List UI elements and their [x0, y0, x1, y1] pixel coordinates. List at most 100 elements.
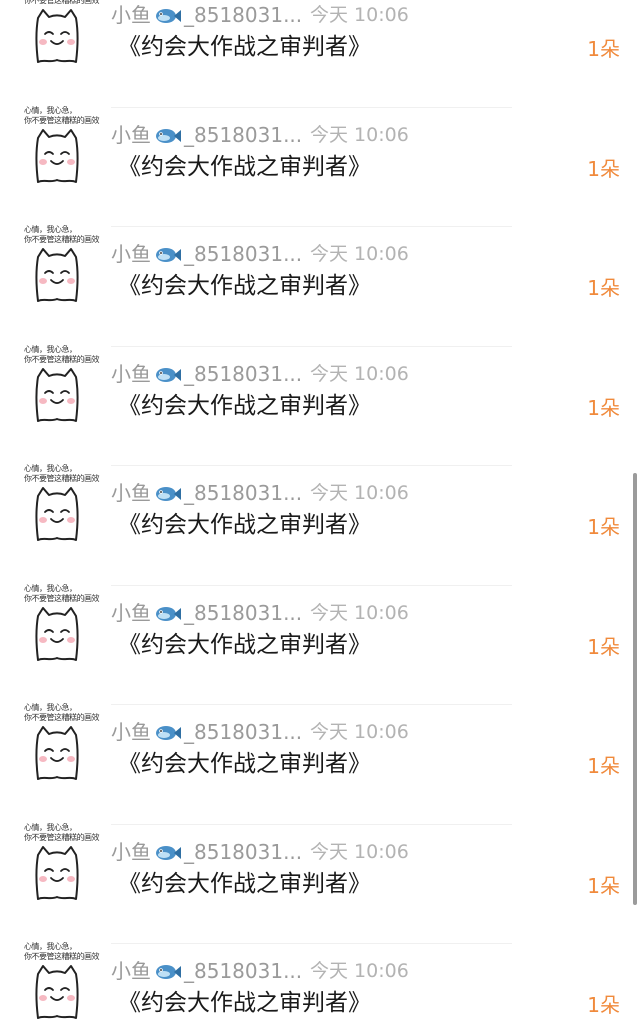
avatar[interactable]: 心情，我心急， 你不要管这糟糕的画效 [24, 0, 100, 66]
flower-count: 1朵 [587, 37, 620, 61]
sender-id-text: _8518031... [184, 242, 303, 266]
timestamp: 今天 10:06 [310, 482, 409, 504]
timestamp: 今天 10:06 [310, 721, 409, 743]
sender-name[interactable]: 小鱼 _8518031... [111, 959, 302, 983]
sender-name-text: 小鱼 [111, 600, 151, 625]
notification-title[interactable]: 《约会大作战之审判者》 [118, 391, 371, 421]
sender-id-text: _8518031... [184, 959, 303, 983]
notification-title[interactable]: 《约会大作战之审判者》 [118, 869, 371, 899]
notification-title[interactable]: 《约会大作战之审判者》 [118, 510, 371, 540]
notification-row[interactable]: 心情，我心急， 你不要管这糟糕的画效 小鱼 _8518031... 今天 10:… [0, 942, 640, 1027]
flower-count: 1朵 [587, 156, 620, 181]
sender-name[interactable]: 小鱼 _8518031... [111, 481, 302, 505]
avatar-caption: 心情，我心急， 你不要管这糟糕的画效 [24, 703, 100, 722]
flower-count: 1朵 [587, 395, 620, 420]
cat-avatar-icon [35, 128, 79, 183]
timestamp: 今天 10:06 [310, 4, 409, 26]
notification-title[interactable]: 《约会大作战之审判者》 [118, 32, 371, 62]
sender-name[interactable]: 小鱼 _8518031... [111, 840, 302, 864]
avatar[interactable]: 心情，我心急， 你不要管这糟糕的画效 [24, 584, 100, 664]
notification-row[interactable]: 心情，我心急， 你不要管这糟糕的画效 小鱼 _8518031... 今天 10:… [0, 703, 640, 825]
flower-count: 1朵 [587, 754, 620, 778]
fish-icon [156, 965, 181, 979]
notification-row[interactable]: 心情，我心急， 你不要管这糟糕的画效 小鱼 _8518031... 今天 10:… [0, 225, 640, 347]
timestamp: 今天 10:06 [310, 243, 409, 265]
notification-title[interactable]: 《约会大作战之审判者》 [118, 749, 371, 779]
avatar-caption: 心情，我心急， 你不要管这糟糕的画效 [24, 942, 100, 961]
avatar[interactable]: 心情，我心急， 你不要管这糟糕的画效 [24, 823, 100, 903]
scrollbar[interactable] [633, 473, 637, 905]
flower-count: 1朵 [587, 515, 620, 539]
avatar-caption: 心情，我心急， 你不要管这糟糕的画效 [24, 0, 100, 5]
fish-icon [156, 248, 181, 262]
sender-name[interactable]: 小鱼 _8518031... [111, 123, 302, 147]
timestamp: 今天 10:06 [310, 840, 409, 863]
avatar-caption: 心情，我心急， 你不要管这糟糕的画效 [24, 464, 100, 483]
sender-id-text: _8518031... [184, 600, 303, 625]
timestamp: 今天 10:06 [310, 362, 409, 385]
avatar[interactable]: 心情，我心急， 你不要管这糟糕的画效 [24, 345, 100, 425]
sender-name-text: 小鱼 [111, 122, 151, 147]
sender-name-text: 小鱼 [111, 242, 151, 266]
avatar[interactable]: 心情，我心急， 你不要管这糟糕的画效 [24, 464, 100, 544]
cat-avatar-icon [35, 9, 79, 63]
notification-row[interactable]: 心情，我心急， 你不要管这糟糕的画效 小鱼 _8518031... 今天 10:… [0, 584, 640, 705]
notification-title[interactable]: 《约会大作战之审判者》 [118, 271, 371, 301]
avatar[interactable]: 心情，我心急， 你不要管这糟糕的画效 [24, 106, 100, 186]
sender-name-text: 小鱼 [111, 481, 151, 505]
timestamp: 今天 10:06 [310, 123, 409, 146]
avatar[interactable]: 心情，我心急， 你不要管这糟糕的画效 [24, 225, 100, 305]
sender-name-text: 小鱼 [111, 839, 151, 864]
sender-name-text: 小鱼 [111, 361, 151, 386]
avatar-caption: 心情，我心急， 你不要管这糟糕的画效 [24, 225, 100, 244]
avatar-caption: 心情，我心急， 你不要管这糟糕的画效 [24, 344, 100, 364]
fish-icon [156, 367, 181, 382]
timestamp: 今天 10:06 [310, 960, 409, 982]
notification-title[interactable]: 《约会大作战之审判者》 [118, 152, 371, 182]
sender-name[interactable]: 小鱼 _8518031... [111, 601, 302, 625]
fish-icon [156, 128, 181, 143]
flower-count: 1朵 [587, 276, 620, 300]
fish-icon [156, 606, 181, 621]
cat-avatar-icon [35, 965, 79, 1019]
fish-icon [156, 487, 181, 501]
cat-avatar-icon [35, 487, 79, 541]
cat-avatar-icon [35, 606, 79, 661]
cat-avatar-icon [35, 845, 79, 900]
sender-name-text: 小鱼 [111, 3, 151, 27]
sender-name-text: 小鱼 [111, 720, 151, 744]
notification-title[interactable]: 《约会大作战之审判者》 [118, 630, 371, 660]
notification-row[interactable]: 心情，我心急， 你不要管这糟糕的画效 小鱼 _8518031... 今天 10:… [0, 106, 640, 227]
avatar-caption: 心情，我心急， 你不要管这糟糕的画效 [24, 822, 100, 842]
notification-row[interactable]: 心情，我心急， 你不要管这糟糕的画效 小鱼 _8518031... 今天 10:… [0, 823, 640, 944]
sender-name[interactable]: 小鱼 _8518031... [111, 362, 302, 386]
notification-title[interactable]: 《约会大作战之审判者》 [118, 988, 371, 1018]
flower-count: 1朵 [587, 634, 620, 659]
notification-row[interactable]: 心情，我心急， 你不要管这糟糕的画效 小鱼 _8518031... 今天 10:… [0, 345, 640, 466]
avatar[interactable]: 心情，我心急， 你不要管这糟糕的画效 [24, 703, 100, 783]
sender-name[interactable]: 小鱼 _8518031... [111, 242, 302, 266]
notification-list[interactable]: 心情，我心急， 你不要管这糟糕的画效 小鱼 _8518031... 今天 10:… [0, 0, 640, 1027]
fish-icon [156, 726, 181, 740]
sender-name-text: 小鱼 [111, 959, 151, 983]
sender-id-text: _8518031... [184, 839, 303, 864]
notification-row[interactable]: 心情，我心急， 你不要管这糟糕的画效 小鱼 _8518031... 今天 10:… [0, 0, 640, 108]
sender-id-text: _8518031... [184, 361, 303, 386]
sender-id-text: _8518031... [184, 3, 303, 27]
sender-id-text: _8518031... [184, 481, 303, 505]
sender-id-text: _8518031... [184, 122, 303, 147]
flower-count: 1朵 [587, 873, 620, 898]
flower-count: 1朵 [587, 993, 620, 1017]
avatar[interactable]: 心情，我心急， 你不要管这糟糕的画效 [24, 942, 100, 1022]
sender-id-text: _8518031... [184, 720, 303, 744]
cat-avatar-icon [35, 367, 79, 422]
fish-icon [156, 9, 181, 23]
timestamp: 今天 10:06 [310, 601, 409, 624]
avatar-caption: 心情，我心急， 你不要管这糟糕的画效 [24, 105, 100, 125]
sender-name[interactable]: 小鱼 _8518031... [111, 3, 302, 27]
avatar-caption: 心情，我心急， 你不要管这糟糕的画效 [24, 583, 100, 603]
cat-avatar-icon [35, 248, 79, 302]
sender-name[interactable]: 小鱼 _8518031... [111, 720, 302, 744]
fish-icon [156, 845, 181, 860]
notification-row[interactable]: 心情，我心急， 你不要管这糟糕的画效 小鱼 _8518031... 今天 10:… [0, 464, 640, 586]
